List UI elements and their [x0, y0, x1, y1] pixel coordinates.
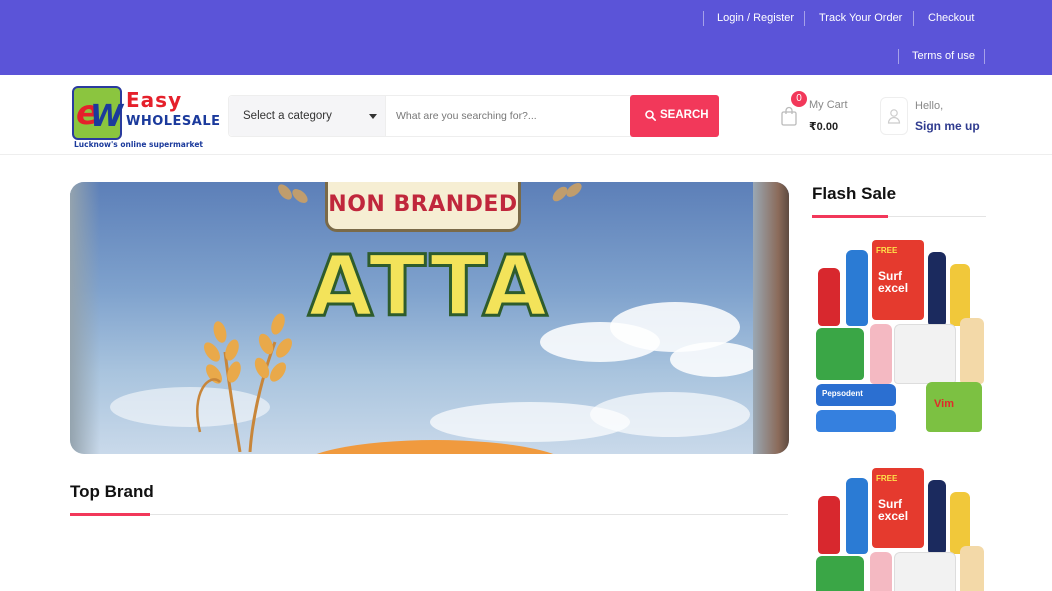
sign-up-link[interactable]: Sign me up [915, 119, 980, 133]
flash-sale-heading: Flash Sale [812, 184, 897, 203]
shopping-bag-icon [781, 106, 797, 126]
category-select-label: Select a category [243, 110, 332, 122]
search-button[interactable]: SEARCH [630, 95, 719, 137]
product-bar: Vim [926, 382, 982, 432]
logo-word-wholesale: WHOLESALE [126, 114, 221, 129]
flash-sale-product[interactable]: FREE Surf excel Pepsodent Vim [814, 238, 986, 438]
separator [804, 11, 805, 26]
mini-cart[interactable]: 0 My Cart ₹0.00 [779, 91, 869, 138]
cart-total: ₹0.00 [809, 121, 839, 133]
product-paste: Pepsodent [816, 384, 896, 406]
hero-banner[interactable]: NON BRANDED ATTA [70, 182, 789, 454]
heading-accent [812, 215, 888, 218]
logo-tagline: Lucknow's online supermarket [74, 140, 204, 149]
product-pack: FREE Surf excel [872, 240, 924, 320]
cart-count-badge: 0 [791, 91, 807, 107]
track-order-link[interactable]: Track Your Order [819, 12, 902, 24]
sun-shape [295, 440, 575, 454]
search-bar: Select a category SEARCH [228, 95, 719, 137]
search-input[interactable] [387, 97, 629, 135]
product-pack: FREE Surf excel [872, 468, 924, 548]
wheat-illustration [552, 183, 582, 202]
cloud-shape [670, 342, 760, 377]
cloud-shape [590, 392, 750, 437]
heading-accent [70, 513, 150, 516]
top-brand-heading: Top Brand [70, 482, 154, 501]
separator [913, 11, 914, 26]
login-register-link[interactable]: Login / Register [717, 12, 794, 24]
non-branded-badge: NON BRANDED [325, 182, 521, 232]
top-links: Login / Register Track Your Order Checko… [0, 0, 1052, 75]
separator [703, 11, 704, 26]
category-select[interactable]: Select a category [229, 96, 386, 136]
user-icon-box [880, 97, 908, 135]
caret-down-icon [369, 114, 377, 119]
account-greeting: Hello, [915, 100, 944, 112]
banner-badge-text: NON BRANDED [328, 192, 518, 217]
account-menu[interactable]: Hello, Sign me up [880, 95, 990, 139]
separator [898, 49, 899, 64]
flash-sale-product[interactable]: FREE Surf excel [814, 466, 986, 591]
logo-word-easy: Easy [126, 88, 183, 112]
checkout-link[interactable]: Checkout [928, 12, 974, 24]
search-icon [645, 110, 656, 121]
site-logo[interactable]: e W Easy WHOLESALE Lucknow's online supe… [72, 84, 220, 152]
wheat-illustration [196, 313, 292, 452]
user-icon [887, 109, 901, 124]
separator [984, 49, 985, 64]
search-button-label: SEARCH [660, 109, 709, 121]
heading-divider [70, 514, 788, 515]
cart-label: My Cart [809, 99, 848, 111]
terms-of-use-link[interactable]: Terms of use [912, 50, 975, 62]
logo-mark: e W [72, 86, 123, 140]
banner-headline: ATTA [307, 237, 550, 335]
wheat-illustration [278, 184, 308, 203]
